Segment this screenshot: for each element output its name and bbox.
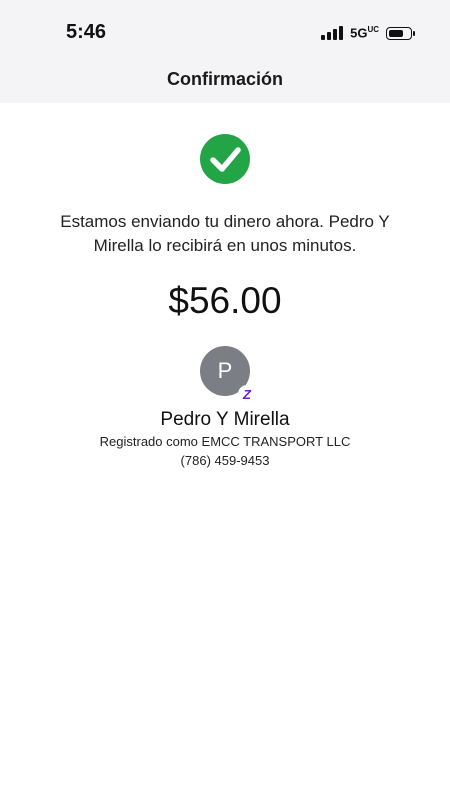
confirmation-message: Estamos enviando tu dinero ahora. Pedro … [60,212,390,255]
status-time: 5:46 [66,21,107,43]
battery-fill [389,29,403,37]
zelle-badge-letter: Z [243,386,251,402]
checkmark-circle-icon [200,134,250,184]
amount: $56.00 [168,280,282,321]
network-label: 5G [350,25,368,41]
network-indicator: 5GUC [350,25,379,40]
recipient-name: Pedro Y Mirella [160,409,290,430]
page-title: Confirmación [166,69,283,89]
battery-icon [386,26,415,40]
registered-as: Registrado como EMCC TRANSPORT LLC [99,434,351,449]
network-suffix: UC [367,25,379,35]
signal-icon [321,26,344,40]
zelle-icon: Z [238,385,256,403]
status-icons: 5GUC [321,24,415,42]
status-bar: 5:46 5GUC [0,0,450,60]
header: Confirmación [0,60,450,103]
recipient-phone: (786) 459-9453 [180,453,270,468]
avatar-initial: P [217,358,233,383]
